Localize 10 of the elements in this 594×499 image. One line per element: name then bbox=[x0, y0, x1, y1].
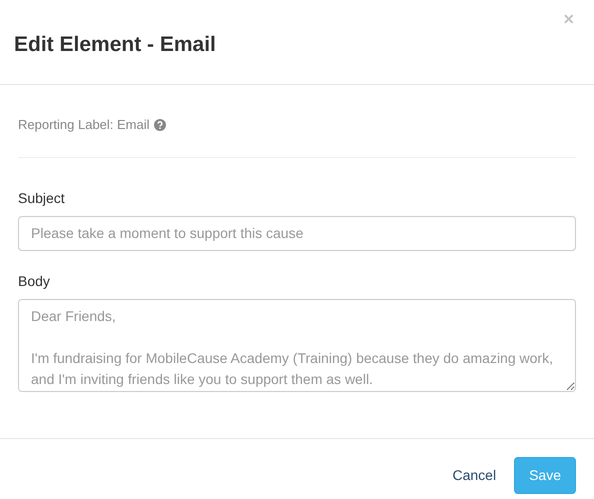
field-label: Body bbox=[18, 272, 50, 291]
cancel-button[interactable]: Cancel bbox=[452, 464, 496, 486]
modal-title: Edit Element - Email bbox=[14, 32, 216, 58]
reporting-label: Reporting Label: Email bbox=[18, 116, 150, 134]
help-icon[interactable] bbox=[154, 118, 166, 131]
field-label: Subject bbox=[18, 188, 65, 208]
body-textarea[interactable]: Dear Friends, I'm fundraising for MobileCause Academy (Training) because they do amazing work, and I'm inviting friends like you to support them as well. bbox=[18, 298, 576, 392]
subject-field[interactable]: Please take a moment to support this cause bbox=[18, 216, 576, 250]
close-button[interactable]: × bbox=[561, 10, 576, 28]
save-button[interactable]: Save bbox=[514, 456, 576, 494]
